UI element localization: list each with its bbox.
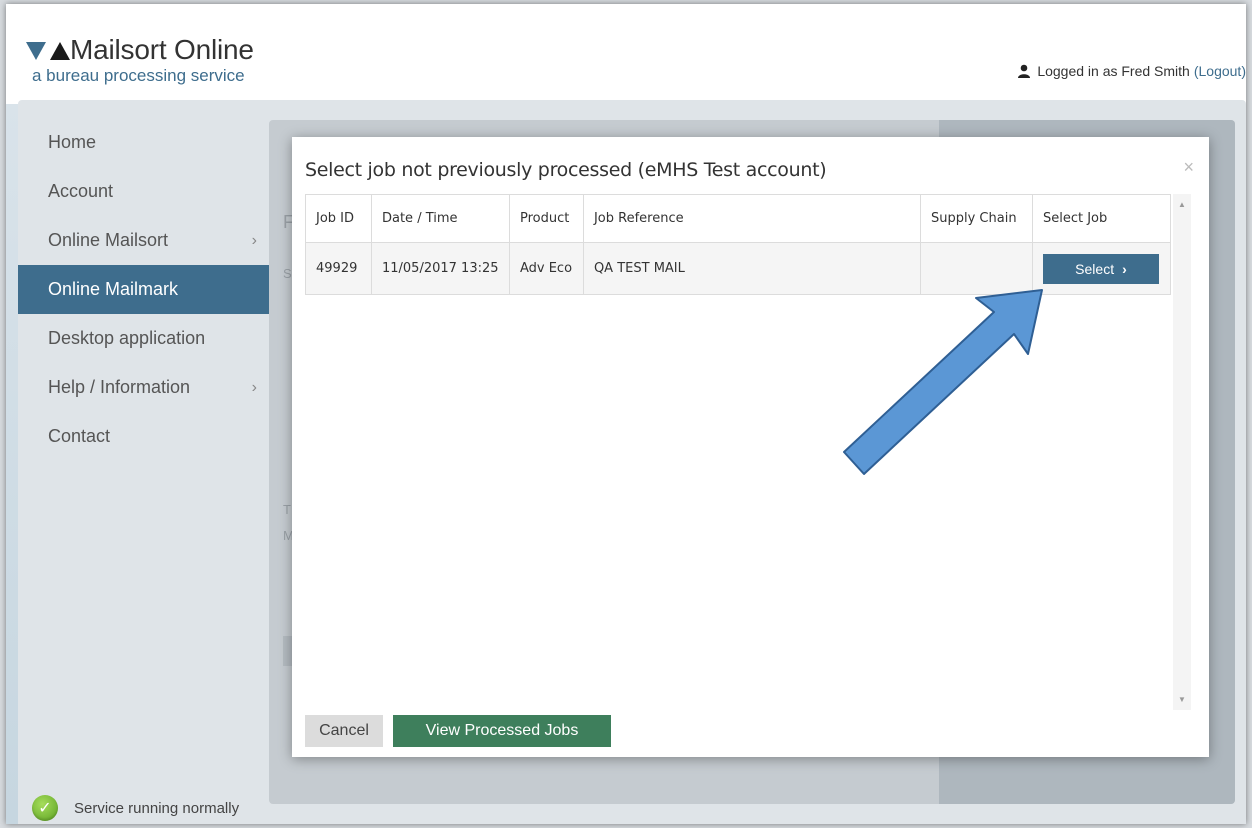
service-status: ✓ Service running normally bbox=[32, 795, 239, 821]
scroll-down-arrow-icon[interactable]: ▼ bbox=[1173, 695, 1191, 704]
sidebar-item-label: Online Mailmark bbox=[48, 279, 179, 299]
sidebar-item-online-mailmark[interactable]: Online Mailmark bbox=[18, 265, 269, 314]
column-header-supply-chain: Supply Chain bbox=[920, 194, 1033, 243]
dimmed-text-fragment: T bbox=[283, 502, 291, 517]
column-header-job-reference: Job Reference bbox=[582, 194, 922, 243]
sidebar-item-help-information[interactable]: Help / Information › bbox=[18, 363, 269, 412]
check-circle-icon: ✓ bbox=[32, 795, 58, 821]
sidebar-item-label: Help / Information bbox=[48, 377, 191, 397]
close-icon[interactable]: × bbox=[1183, 157, 1194, 178]
column-header-product: Product bbox=[508, 194, 584, 243]
sidebar-item-desktop-application[interactable]: Desktop application bbox=[18, 314, 269, 363]
app-subtitle: a bureau processing service bbox=[32, 66, 245, 85]
dimmed-text-fragment: S bbox=[283, 266, 292, 281]
user-area: Logged in as Fred Smith (Logout) bbox=[1017, 63, 1246, 79]
table-header-row: Job ID Date / Time Product Job Reference… bbox=[305, 194, 1172, 243]
logged-in-text: Logged in as Fred Smith bbox=[1037, 63, 1190, 79]
scroll-up-arrow-icon[interactable]: ▲ bbox=[1173, 200, 1191, 209]
sidebar-item-label: Contact bbox=[48, 426, 111, 446]
modal-title: Select job not previously processed (eMH… bbox=[305, 159, 827, 181]
chevron-right-icon: › bbox=[251, 379, 257, 396]
column-header-date-time: Date / Time bbox=[370, 194, 510, 243]
sidebar-item-home[interactable]: Home bbox=[18, 118, 269, 167]
sidebar: Home Account Online Mailsort › Online Ma… bbox=[18, 118, 269, 821]
logout-link[interactable]: (Logout) bbox=[1194, 63, 1246, 79]
sidebar-item-label: Online Mailsort bbox=[48, 230, 169, 250]
chevron-right-icon: › bbox=[1122, 260, 1127, 277]
header: Mailsort Online a bureau processing serv… bbox=[6, 4, 1246, 100]
annotation-arrow-icon bbox=[843, 289, 1043, 475]
jobs-table: Job ID Date / Time Product Job Reference… bbox=[305, 194, 1172, 295]
user-icon bbox=[1018, 64, 1031, 78]
view-processed-jobs-button[interactable]: View Processed Jobs bbox=[393, 715, 611, 747]
logo-icon bbox=[26, 42, 70, 60]
status-text: Service running normally bbox=[74, 799, 240, 817]
cell-job-id: 49929 bbox=[305, 242, 372, 295]
select-job-button[interactable]: Select › bbox=[1042, 253, 1159, 284]
app-title: Mailsort Online bbox=[70, 34, 254, 65]
sidebar-item-account[interactable]: Account bbox=[18, 167, 269, 216]
sidebar-item-online-mailsort[interactable]: Online Mailsort › bbox=[18, 216, 269, 265]
sidebar-item-label: Account bbox=[48, 181, 114, 201]
sidebar-item-label: Desktop application bbox=[48, 328, 206, 348]
sidebar-item-contact[interactable]: Contact bbox=[18, 412, 269, 461]
column-header-select-job: Select Job bbox=[1031, 194, 1172, 243]
cell-product: Adv Eco bbox=[508, 242, 584, 295]
cancel-button[interactable]: Cancel bbox=[305, 715, 383, 747]
app-window: Mailsort Online a bureau processing serv… bbox=[6, 4, 1246, 824]
table-scrollbar[interactable]: ▲ ▼ bbox=[1173, 194, 1191, 710]
select-job-modal: Select job not previously processed (eMH… bbox=[292, 137, 1209, 757]
sidebar-item-label: Home bbox=[48, 132, 97, 152]
column-header-job-id: Job ID bbox=[305, 194, 372, 243]
chevron-right-icon: › bbox=[251, 232, 257, 249]
select-button-label: Select bbox=[1075, 260, 1115, 277]
cell-date-time: 11/05/2017 13:25 bbox=[370, 242, 510, 295]
